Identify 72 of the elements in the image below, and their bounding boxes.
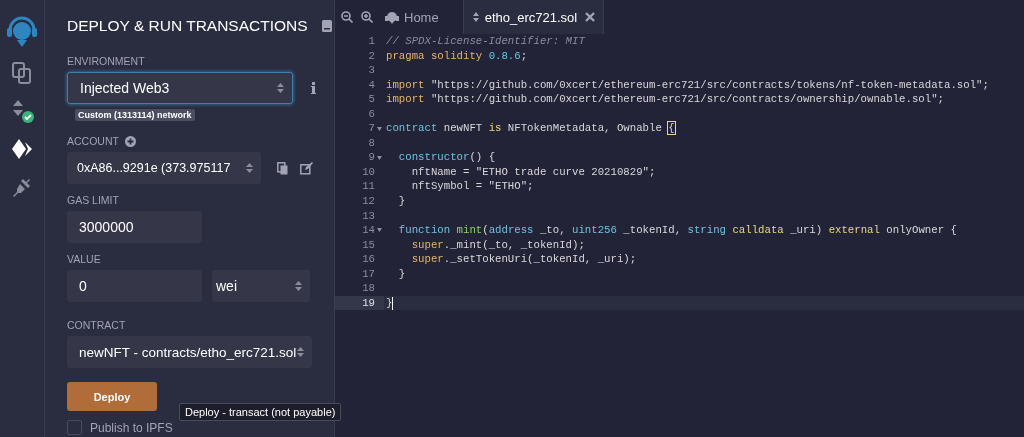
editor-tab[interactable]: Home <box>377 0 447 34</box>
info-icon[interactable] <box>311 82 316 94</box>
select-arrows-icon <box>246 162 253 174</box>
code-line: } <box>397 194 406 209</box>
code-line: super._mint(_to, _tokenId); <box>410 237 585 253</box>
code-line: pragma solidity 0.8.6; <box>386 48 528 64</box>
code-line: super._setTokenUri(_tokenId, _uri); <box>410 252 637 267</box>
editor-tab[interactable]: etho_erc721.sol <box>462 0 605 34</box>
line-number: 6 <box>367 106 375 122</box>
tooltip: Deploy - transact (not payable) <box>179 403 342 421</box>
file-sync-icon <box>471 11 480 23</box>
line-number: 19 <box>361 295 375 311</box>
code-line: // SPDX-License-Identifier: MIT <box>386 34 585 49</box>
unit-select[interactable]: wei <box>212 270 310 302</box>
line-number: 13 <box>361 208 375 224</box>
code-line: import "https://github.com/0xcert/ethereum-erc721/src/contracts/tokens/nf-token-metadata.sol"; <box>386 77 989 93</box>
code-line: function mint(address _to, uint256 _tokenId, string calldata _uri) external onlyOwner { <box>397 223 957 238</box>
checkbox-label: Publish to IPFS <box>90 420 173 435</box>
fold-arrow-icon[interactable] <box>377 228 382 233</box>
field-label: ENVIRONMENT <box>67 55 145 67</box>
code-line: constructor() { <box>397 150 496 165</box>
select-arrows-icon <box>297 346 304 358</box>
line-number: 16 <box>361 252 375 267</box>
fold-arrow-icon[interactable] <box>377 126 382 131</box>
code-line: nftName = "ETHO trade curve 20210829"; <box>410 164 656 180</box>
code-line: } <box>397 266 406 282</box>
edit-icon[interactable] <box>300 161 313 175</box>
zoom-out-icon[interactable] <box>341 11 353 23</box>
plug-icon[interactable] <box>11 176 33 198</box>
files-icon[interactable] <box>12 62 32 84</box>
line-number: 9 <box>367 150 375 165</box>
line-number: 4 <box>367 77 375 93</box>
copy-icon[interactable] <box>277 161 288 175</box>
environment-select[interactable]: Injected Web3 <box>67 72 293 104</box>
line-number: 7 <box>367 121 375 136</box>
field-label: VALUE <box>67 253 101 265</box>
line-number: 5 <box>367 92 375 107</box>
select-arrows-icon <box>295 280 302 292</box>
line-number: 11 <box>361 179 375 194</box>
plus-icon[interactable] <box>124 135 136 147</box>
gas-limit-field[interactable]: 3000000 <box>67 211 202 243</box>
line-number: 1 <box>367 34 375 49</box>
field-label: CONTRACT <box>67 319 126 331</box>
panel-title: DEPLOY & RUN TRANSACTIONS <box>67 17 308 35</box>
line-number: 3 <box>367 63 375 78</box>
line-number: 10 <box>361 164 375 180</box>
zoom-in-icon[interactable] <box>361 11 373 23</box>
line-number: 2 <box>367 48 375 64</box>
contract-select[interactable]: newNFT - contracts/etho_erc721.sol <box>67 336 312 368</box>
code-line: } <box>386 295 394 311</box>
line-number: 15 <box>361 237 375 253</box>
line-number: 18 <box>361 281 375 296</box>
select-arrows-icon <box>277 82 284 94</box>
ethereum-icon[interactable] <box>11 138 33 160</box>
field-label: ACCOUNT <box>67 135 119 147</box>
book-icon[interactable] <box>321 20 332 32</box>
checkbox[interactable] <box>67 420 82 435</box>
fold-arrow-icon[interactable] <box>377 155 382 160</box>
line-number: 17 <box>361 266 375 282</box>
value-field[interactable]: 0 <box>67 270 202 302</box>
code-line: nftSymbol = "ETHO"; <box>410 179 534 194</box>
logo-icon[interactable] <box>6 14 38 48</box>
close-icon[interactable] <box>585 12 596 22</box>
line-number: 14 <box>361 223 375 238</box>
code-line: import "https://github.com/0xcert/ethereum-erc721/src/contracts/ownership/ownable.sol"; <box>386 92 944 107</box>
network-badge: Custom (1313114) network <box>75 109 195 121</box>
deploy-button[interactable]: Deploy <box>67 382 157 411</box>
line-number: 12 <box>361 194 375 209</box>
field-label: GAS LIMIT <box>67 194 119 206</box>
account-select[interactable]: 0xA86...9291e (373.975117 <box>67 152 261 184</box>
line-number: 8 <box>367 135 375 151</box>
code-line: contract newNFT is NFTokenMetadata, Ownable { <box>386 121 675 136</box>
